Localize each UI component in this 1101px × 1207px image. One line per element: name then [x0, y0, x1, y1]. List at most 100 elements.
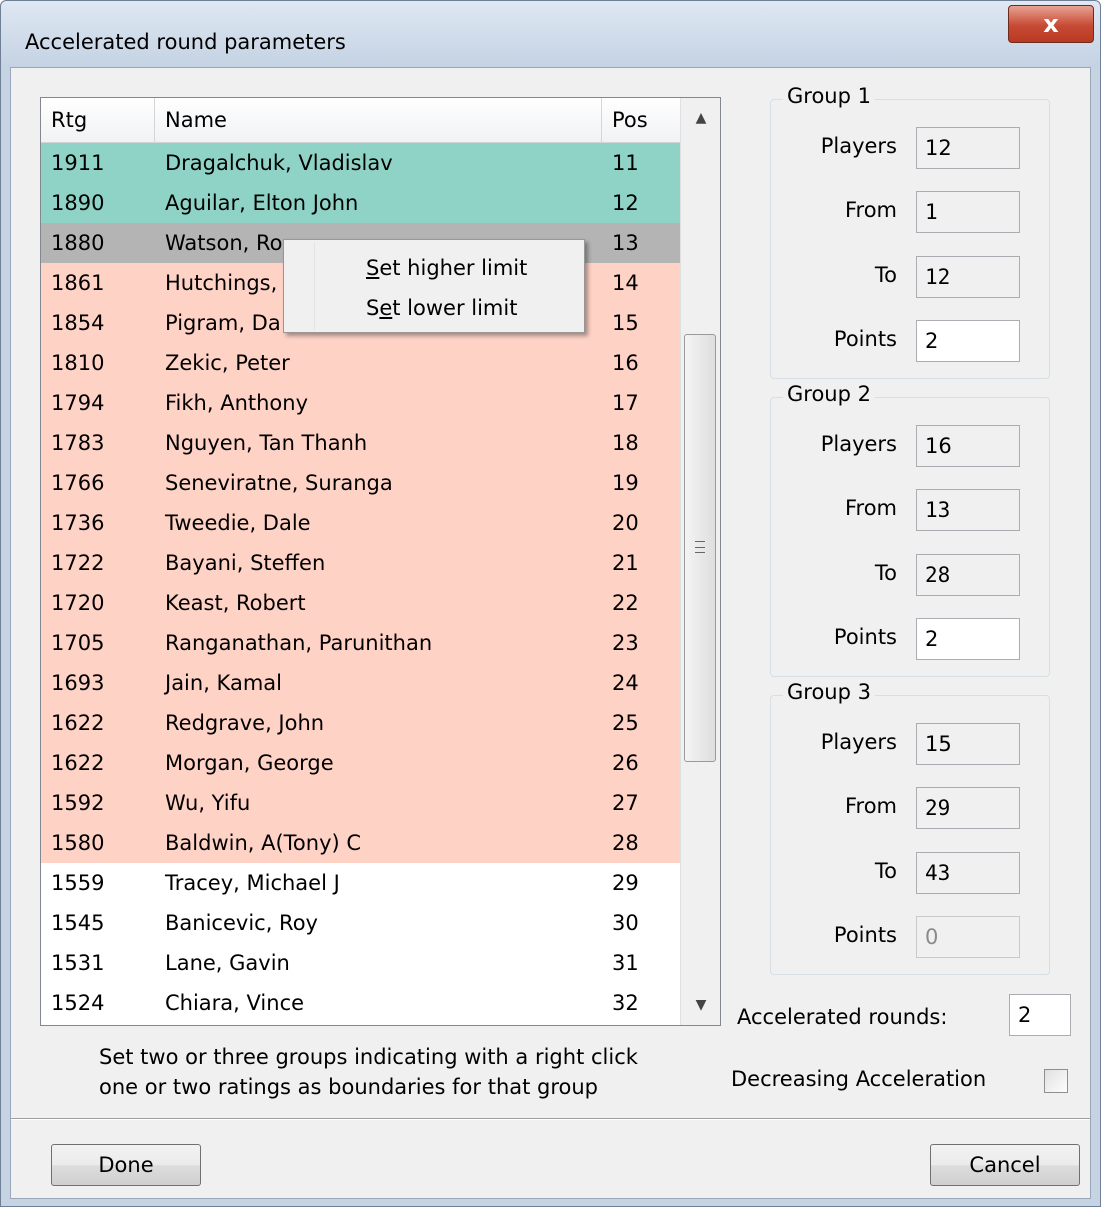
title-bar[interactable]: Accelerated round parameters x: [1, 1, 1100, 67]
position-cell: 22: [612, 591, 639, 615]
close-button[interactable]: x: [1008, 5, 1094, 43]
accelerated-rounds-input[interactable]: 2: [1009, 994, 1071, 1036]
players-label: Players: [820, 432, 897, 456]
name-cell: Wu, Yifu: [165, 791, 251, 815]
group-2-box: Group 2 Players 16 From 13 To 28 Points …: [770, 382, 1050, 677]
scroll-thumb[interactable]: [684, 334, 716, 762]
position-cell: 28: [612, 831, 639, 855]
column-header-pos[interactable]: Pos: [602, 98, 680, 143]
position-cell: 14: [612, 271, 639, 295]
name-cell: Redgrave, John: [165, 711, 325, 735]
group-2-players-field: 16: [916, 425, 1020, 467]
table-row[interactable]: 1720 Keast, Robert 22: [41, 583, 680, 623]
instructions-line-2: one or two ratings as boundaries for tha…: [99, 1075, 599, 1099]
column-header-name[interactable]: Name: [155, 98, 602, 143]
group-3-players-field: 15: [916, 723, 1020, 765]
rating-cell: 1720: [51, 591, 105, 615]
table-row[interactable]: 1736 Tweedie, Dale 20: [41, 503, 680, 543]
name-cell: Dragalchuk, Vladislav: [165, 151, 393, 175]
group-3-to-field: 43: [916, 852, 1020, 894]
name-cell: Tweedie, Dale: [165, 511, 311, 535]
group-3-from-field: 29: [916, 787, 1020, 829]
group-3-title: Group 3: [783, 680, 875, 704]
position-cell: 15: [612, 311, 639, 335]
close-icon: x: [1043, 10, 1059, 38]
position-cell: 32: [612, 991, 639, 1015]
group-1-points-input[interactable]: 2: [916, 320, 1020, 362]
table-row[interactable]: 1705 Ranganathan, Parunithan 23: [41, 623, 680, 663]
group-2-to-field: 28: [916, 554, 1020, 596]
table-row[interactable]: 1693 Jain, Kamal 24: [41, 663, 680, 703]
table-row[interactable]: 1766 Seneviratne, Suranga 19: [41, 463, 680, 503]
vertical-scrollbar[interactable]: ▲ ▼: [680, 98, 720, 1025]
table-row[interactable]: 1592 Wu, Yifu 27: [41, 783, 680, 823]
group-3-points-input: 0: [916, 916, 1020, 958]
rating-cell: 1524: [51, 991, 105, 1015]
position-cell: 30: [612, 911, 639, 935]
group-1-from-field: 1: [916, 191, 1020, 233]
table-row[interactable]: 1580 Baldwin, A(Tony) C 28: [41, 823, 680, 863]
players-list[interactable]: Rtg Name Pos 1911 Dragalchuk, Vladislav 11…: [40, 97, 721, 1026]
decreasing-acceleration-checkbox[interactable]: [1044, 1069, 1068, 1093]
scroll-down-icon[interactable]: ▼: [681, 985, 720, 1025]
menu-item-set-higher-limit[interactable]: Set higher limit: [366, 248, 527, 288]
separator: [11, 1118, 1090, 1120]
position-cell: 11: [612, 151, 639, 175]
table-row[interactable]: 1559 Tracey, Michael J 29: [41, 863, 680, 903]
group-2-from-field: 13: [916, 489, 1020, 531]
scroll-up-icon[interactable]: ▲: [681, 98, 720, 138]
position-cell: 24: [612, 671, 639, 695]
from-label: From: [844, 198, 897, 222]
position-cell: 29: [612, 871, 639, 895]
table-row[interactable]: 1622 Morgan, George 26: [41, 743, 680, 783]
name-cell: Pigram, Da: [165, 311, 281, 335]
table-row[interactable]: 1531 Lane, Gavin 31: [41, 943, 680, 983]
position-cell: 21: [612, 551, 639, 575]
name-cell: Nguyen, Tan Thanh: [165, 431, 368, 455]
menu-accel-s: S: [366, 256, 380, 280]
table-row[interactable]: 1622 Redgrave, John 25: [41, 703, 680, 743]
table-row[interactable]: 1783 Nguyen, Tan Thanh 18: [41, 423, 680, 463]
rating-cell: 1783: [51, 431, 105, 455]
grip-icon: [695, 541, 705, 553]
points-label: Points: [833, 923, 897, 947]
position-cell: 31: [612, 951, 639, 975]
menu-gutter: [314, 242, 315, 330]
group-1-to-field: 12: [916, 256, 1020, 298]
table-row[interactable]: 1890 Aguilar, Elton John 12: [41, 183, 680, 223]
cancel-button[interactable]: Cancel: [930, 1144, 1080, 1186]
table-row[interactable]: 1545 Banicevic, Roy 30: [41, 903, 680, 943]
position-cell: 19: [612, 471, 639, 495]
name-cell: Aguilar, Elton John: [165, 191, 359, 215]
menu-accel-e: e: [379, 296, 393, 320]
rating-cell: 1722: [51, 551, 105, 575]
name-cell: Bayani, Steffen: [165, 551, 326, 575]
group-1-players-field: 12: [916, 127, 1020, 169]
points-label: Points: [833, 625, 897, 649]
rating-cell: 1794: [51, 391, 105, 415]
name-cell: Lane, Gavin: [165, 951, 290, 975]
rating-cell: 1911: [51, 151, 105, 175]
table-row[interactable]: 1911 Dragalchuk, Vladislav 11: [41, 143, 680, 183]
table-row[interactable]: 1524 Chiara, Vince 32: [41, 983, 680, 1023]
group-1-title: Group 1: [783, 84, 875, 108]
table-row[interactable]: 1810 Zekic, Peter 16: [41, 343, 680, 383]
name-cell: Watson, Ro: [165, 231, 283, 255]
to-label: To: [874, 859, 897, 883]
rating-cell: 1766: [51, 471, 105, 495]
table-row[interactable]: 1722 Bayani, Steffen 21: [41, 543, 680, 583]
rating-cell: 1861: [51, 271, 105, 295]
group-2-points-input[interactable]: 2: [916, 618, 1020, 660]
context-menu: Set higher limit Set lower limit: [283, 239, 585, 333]
column-header-rtg[interactable]: Rtg: [41, 98, 155, 143]
table-row[interactable]: 1794 Fikh, Anthony 17: [41, 383, 680, 423]
menu-item-prefix: S: [366, 296, 380, 320]
rating-cell: 1890: [51, 191, 105, 215]
rating-cell: 1880: [51, 231, 105, 255]
group-1-box: Group 1 Players 12 From 1 To 12 Points 2: [770, 84, 1050, 379]
done-button[interactable]: Done: [51, 1144, 201, 1186]
rating-cell: 1854: [51, 311, 105, 335]
instructions-text: Set two or three groups indicating with …: [99, 1042, 638, 1102]
menu-item-set-lower-limit[interactable]: Set lower limit: [366, 288, 517, 328]
players-label: Players: [820, 134, 897, 158]
